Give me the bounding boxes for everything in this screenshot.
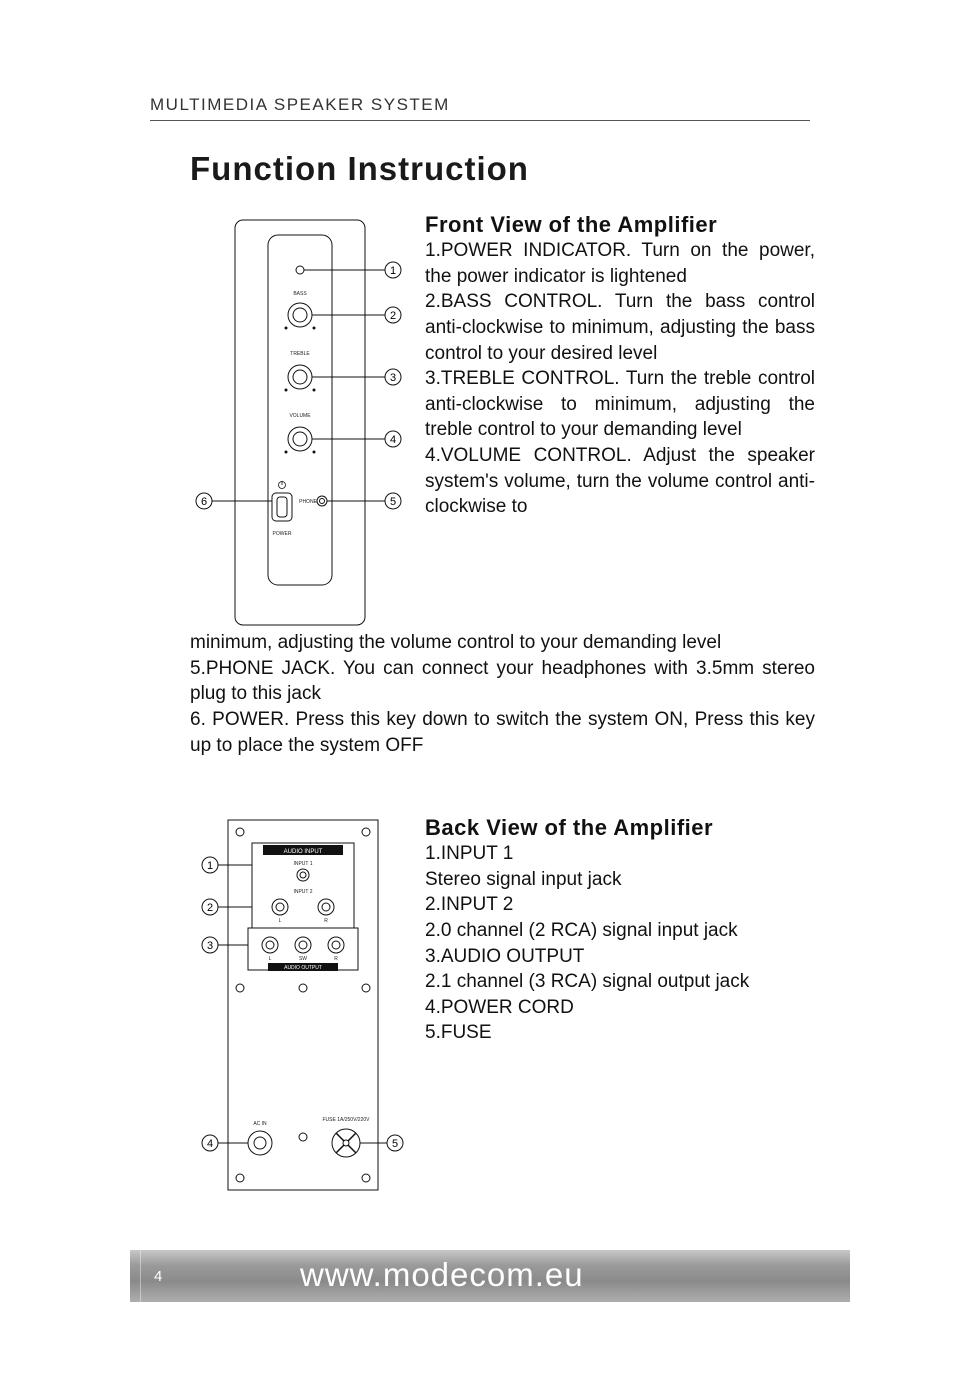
svg-text:2: 2 [390,310,396,322]
back-p8: 5.FUSE [425,1020,815,1046]
page-header: MULTIMEDIA SPEAKER SYSTEM [150,95,450,115]
svg-text:3: 3 [207,940,213,952]
svg-text:5: 5 [392,1138,398,1150]
back-p3: 2.INPUT 2 [425,892,815,918]
front-text-continued: minimum, adjusting the volume control to… [190,630,815,758]
svg-text:R: R [324,918,328,924]
svg-text:6: 6 [201,496,207,508]
svg-text:1: 1 [207,860,213,872]
front-view-diagram: BASS TREBLE VOLUME PHONE POWER [190,215,410,630]
front-p1: 1.POWER INDICATOR. Turn on the power, th… [425,238,815,289]
svg-text:R: R [334,956,338,962]
back-view-diagram: AUDIO INPUT INPUT 1 INPUT 2 L R L R SW A… [200,815,405,1195]
svg-text:SW: SW [299,956,307,962]
label-power: POWER [273,531,292,537]
back-p5: 3.AUDIO OUTPUT [425,944,815,970]
back-p4: 2.0 channel (2 RCA) signal input jack [425,918,815,944]
front-p5: 5.PHONE JACK. You can connect your headp… [190,656,815,707]
svg-text:INPUT 2: INPUT 2 [293,889,312,895]
svg-text:L: L [279,918,282,924]
svg-text:AC IN: AC IN [253,1121,267,1127]
svg-text:4: 4 [390,434,396,446]
svg-text:AUDIO OUTPUT: AUDIO OUTPUT [284,965,322,971]
back-p2: Stereo signal input jack [425,867,815,893]
front-p4b: minimum, adjusting the volume control to… [190,630,815,656]
page-number: 4 [154,1268,162,1285]
back-p1: 1.INPUT 1 [425,841,815,867]
svg-text:1: 1 [390,265,396,277]
svg-text:5: 5 [390,496,396,508]
svg-text:L: L [269,956,272,962]
svg-text:3: 3 [390,372,396,384]
svg-text:2: 2 [207,902,213,914]
front-view-text: Front View of the Amplifier 1.POWER INDI… [425,212,815,520]
label-phone: PHONE [299,499,317,505]
front-p2: 2.BASS CONTROL. Turn the bass control an… [425,289,815,366]
back-heading: Back View of the Amplifier [425,815,815,841]
footer-url: www.modecom.eu [300,1256,584,1294]
front-p3: 3.TREBLE CONTROL. Turn the treble contro… [425,366,815,443]
svg-text:4: 4 [207,1138,213,1150]
page-title: Function Instruction [190,150,529,188]
svg-text:FUSE 1A/250V/220V: FUSE 1A/250V/220V [323,1117,371,1123]
front-p4a: 4.VOLUME CONTROL. Adjust the speaker sys… [425,443,815,520]
front-heading: Front View of the Amplifier [425,212,815,238]
label-volume: VOLUME [289,413,311,419]
front-p6: 6. POWER. Press this key down to switch … [190,707,815,758]
svg-text:AUDIO INPUT: AUDIO INPUT [284,849,323,855]
manual-page: MULTIMEDIA SPEAKER SYSTEM Function Instr… [0,0,960,1397]
back-p7: 4.POWER CORD [425,995,815,1021]
header-rule [150,120,810,122]
back-p6: 2.1 channel (3 RCA) signal output jack [425,969,815,995]
label-bass: BASS [293,291,307,297]
label-treble: TREBLE [290,351,310,357]
back-view-text: Back View of the Amplifier 1.INPUT 1 Ste… [425,815,815,1046]
svg-text:INPUT 1: INPUT 1 [293,861,312,867]
